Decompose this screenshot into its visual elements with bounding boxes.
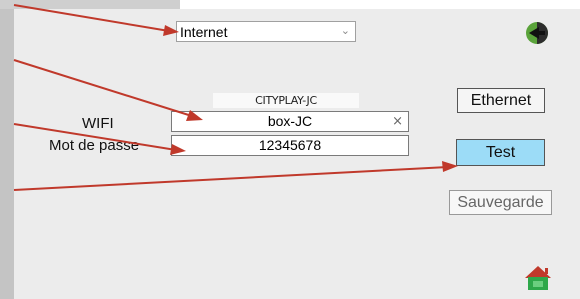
wifi-label: WIFI xyxy=(82,115,114,132)
test-button[interactable]: Test xyxy=(456,139,545,166)
close-icon[interactable]: × xyxy=(392,112,403,131)
ethernet-button[interactable]: Ethernet xyxy=(457,88,545,113)
home-icon[interactable] xyxy=(524,265,552,291)
save-button[interactable]: Sauvegarde xyxy=(449,190,552,215)
back-arrow-icon[interactable] xyxy=(525,21,549,45)
wifi-ssid-value: box-JC xyxy=(267,113,313,129)
left-sidebar xyxy=(0,0,14,299)
wifi-ssid-input[interactable]: box-JC × xyxy=(171,111,409,132)
password-value: 12345678 xyxy=(258,137,322,153)
connection-type-value: Internet xyxy=(180,24,228,40)
chevron-down-icon[interactable]: ⌄ xyxy=(341,24,350,37)
ssid-header: CITYPLAY-JC xyxy=(213,93,359,108)
password-label: Mot de passe xyxy=(49,137,140,154)
password-input[interactable]: 12345678 xyxy=(171,135,409,156)
connection-type-select[interactable]: Internet ⌄ xyxy=(176,21,356,42)
top-strip xyxy=(0,0,180,9)
